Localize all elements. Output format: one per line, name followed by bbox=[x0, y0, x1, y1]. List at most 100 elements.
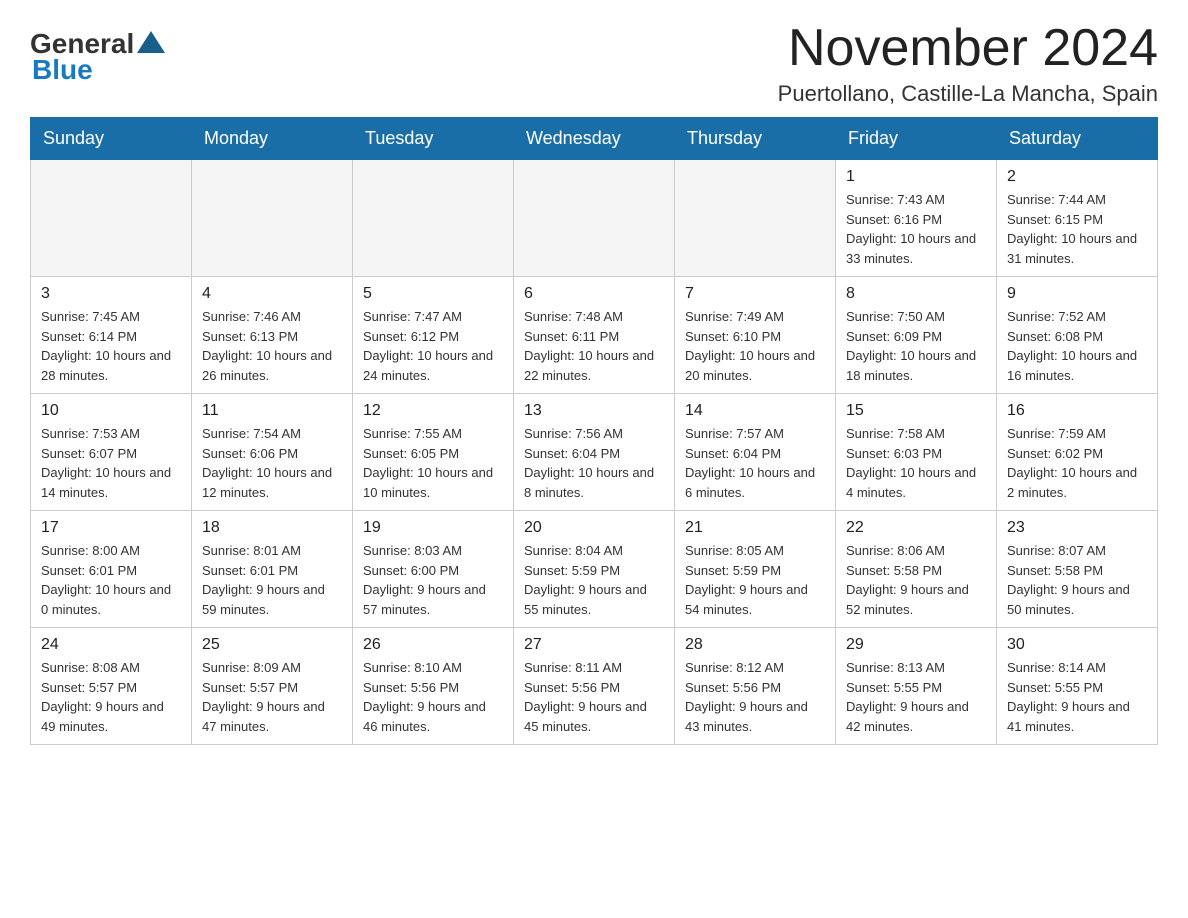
calendar-cell: 13 Sunrise: 7:56 AMSunset: 6:04 PMDayligh… bbox=[514, 394, 675, 511]
day-number: 12 bbox=[363, 402, 503, 420]
day-number: 2 bbox=[1007, 168, 1147, 186]
day-number: 8 bbox=[846, 285, 986, 303]
day-number: 15 bbox=[846, 402, 986, 420]
day-number: 5 bbox=[363, 285, 503, 303]
calendar-cell bbox=[675, 160, 836, 277]
calendar-cell: 9 Sunrise: 7:52 AMSunset: 6:08 PMDaylight… bbox=[997, 277, 1158, 394]
day-number: 27 bbox=[524, 636, 664, 654]
day-info: Sunrise: 8:12 AMSunset: 5:56 PMDaylight:… bbox=[685, 658, 825, 736]
column-header-tuesday: Tuesday bbox=[353, 118, 514, 160]
calendar-cell bbox=[353, 160, 514, 277]
day-number: 29 bbox=[846, 636, 986, 654]
day-info: Sunrise: 7:53 AMSunset: 6:07 PMDaylight:… bbox=[41, 424, 181, 502]
column-header-thursday: Thursday bbox=[675, 118, 836, 160]
calendar-cell: 4Sunrise: 7:46 AMSunset: 6:13 PMDaylight… bbox=[192, 277, 353, 394]
day-number: 3 bbox=[41, 285, 181, 303]
calendar-cell: 21 Sunrise: 8:05 AMSunset: 5:59 PMDayligh… bbox=[675, 511, 836, 628]
day-number: 6 bbox=[524, 285, 664, 303]
column-header-wednesday: Wednesday bbox=[514, 118, 675, 160]
calendar-week-3: 10 Sunrise: 7:53 AMSunset: 6:07 PMDayligh… bbox=[31, 394, 1158, 511]
column-header-saturday: Saturday bbox=[997, 118, 1158, 160]
day-number: 21 bbox=[685, 519, 825, 537]
day-info: Sunrise: 8:01 AMSunset: 6:01 PMDaylight:… bbox=[202, 541, 342, 619]
calendar-body: 1Sunrise: 7:43 AMSunset: 6:16 PMDaylight… bbox=[31, 160, 1158, 745]
calendar-cell: 23Sunrise: 8:07 AMSunset: 5:58 PMDayligh… bbox=[997, 511, 1158, 628]
calendar-cell: 27 Sunrise: 8:11 AMSunset: 5:56 PMDayligh… bbox=[514, 628, 675, 745]
logo-blue-text: Blue bbox=[32, 54, 93, 86]
day-info: Sunrise: 7:52 AMSunset: 6:08 PMDaylight:… bbox=[1007, 307, 1147, 385]
day-info: Sunrise: 8:00 AMSunset: 6:01 PMDaylight:… bbox=[41, 541, 181, 619]
day-info: Sunrise: 8:06 AMSunset: 5:58 PMDaylight:… bbox=[846, 541, 986, 619]
day-number: 26 bbox=[363, 636, 503, 654]
day-info: Sunrise: 8:10 AMSunset: 5:56 PMDaylight:… bbox=[363, 658, 503, 736]
calendar-cell: 15 Sunrise: 7:58 AMSunset: 6:03 PMDayligh… bbox=[836, 394, 997, 511]
title-area: November 2024 Puertollano, Castille-La M… bbox=[778, 20, 1158, 107]
day-info: Sunrise: 7:54 AMSunset: 6:06 PMDaylight:… bbox=[202, 424, 342, 502]
calendar-cell bbox=[192, 160, 353, 277]
calendar-table: SundayMondayTuesdayWednesdayThursdayFrid… bbox=[30, 117, 1158, 745]
day-info: Sunrise: 8:04 AMSunset: 5:59 PMDaylight:… bbox=[524, 541, 664, 619]
day-info: Sunrise: 8:11 AMSunset: 5:56 PMDaylight:… bbox=[524, 658, 664, 736]
column-header-friday: Friday bbox=[836, 118, 997, 160]
day-number: 17 bbox=[41, 519, 181, 537]
column-header-sunday: Sunday bbox=[31, 118, 192, 160]
day-info: Sunrise: 8:03 AMSunset: 6:00 PMDaylight:… bbox=[363, 541, 503, 619]
day-info: Sunrise: 7:43 AMSunset: 6:16 PMDaylight:… bbox=[846, 190, 986, 268]
day-number: 18 bbox=[202, 519, 342, 537]
day-info: Sunrise: 7:59 AMSunset: 6:02 PMDaylight:… bbox=[1007, 424, 1147, 502]
day-info: Sunrise: 8:05 AMSunset: 5:59 PMDaylight:… bbox=[685, 541, 825, 619]
month-title: November 2024 bbox=[778, 20, 1158, 77]
day-info: Sunrise: 7:44 AMSunset: 6:15 PMDaylight:… bbox=[1007, 190, 1147, 268]
day-info: Sunrise: 8:09 AMSunset: 5:57 PMDaylight:… bbox=[202, 658, 342, 736]
calendar-cell: 29Sunrise: 8:13 AMSunset: 5:55 PMDayligh… bbox=[836, 628, 997, 745]
day-number: 20 bbox=[524, 519, 664, 537]
day-number: 7 bbox=[685, 285, 825, 303]
day-number: 28 bbox=[685, 636, 825, 654]
calendar-cell: 20 Sunrise: 8:04 AMSunset: 5:59 PMDayligh… bbox=[514, 511, 675, 628]
day-number: 10 bbox=[41, 402, 181, 420]
day-info: Sunrise: 7:57 AMSunset: 6:04 PMDaylight:… bbox=[685, 424, 825, 502]
calendar-cell: 12 Sunrise: 7:55 AMSunset: 6:05 PMDayligh… bbox=[353, 394, 514, 511]
calendar-cell: 3Sunrise: 7:45 AMSunset: 6:14 PMDaylight… bbox=[31, 277, 192, 394]
day-info: Sunrise: 7:58 AMSunset: 6:03 PMDaylight:… bbox=[846, 424, 986, 502]
day-number: 16 bbox=[1007, 402, 1147, 420]
day-info: Sunrise: 7:56 AMSunset: 6:04 PMDaylight:… bbox=[524, 424, 664, 502]
calendar-cell: 5 Sunrise: 7:47 AMSunset: 6:12 PMDaylight… bbox=[353, 277, 514, 394]
calendar-cell: 17 Sunrise: 8:00 AMSunset: 6:01 PMDayligh… bbox=[31, 511, 192, 628]
location-text: Puertollano, Castille-La Mancha, Spain bbox=[778, 81, 1158, 107]
day-number: 22 bbox=[846, 519, 986, 537]
calendar-cell: 6Sunrise: 7:48 AMSunset: 6:11 PMDaylight… bbox=[514, 277, 675, 394]
day-number: 14 bbox=[685, 402, 825, 420]
calendar-week-5: 24Sunrise: 8:08 AMSunset: 5:57 PMDayligh… bbox=[31, 628, 1158, 745]
day-info: Sunrise: 7:47 AMSunset: 6:12 PMDaylight:… bbox=[363, 307, 503, 385]
calendar-cell: 10 Sunrise: 7:53 AMSunset: 6:07 PMDayligh… bbox=[31, 394, 192, 511]
calendar-cell: 8 Sunrise: 7:50 AMSunset: 6:09 PMDaylight… bbox=[836, 277, 997, 394]
day-number: 4 bbox=[202, 285, 342, 303]
calendar-cell bbox=[514, 160, 675, 277]
day-number: 19 bbox=[363, 519, 503, 537]
day-number: 11 bbox=[202, 402, 342, 420]
calendar-cell: 22 Sunrise: 8:06 AMSunset: 5:58 PMDayligh… bbox=[836, 511, 997, 628]
logo: General Blue bbox=[30, 30, 165, 86]
day-number: 9 bbox=[1007, 285, 1147, 303]
day-number: 25 bbox=[202, 636, 342, 654]
calendar-cell: 25 Sunrise: 8:09 AMSunset: 5:57 PMDayligh… bbox=[192, 628, 353, 745]
calendar-cell: 1Sunrise: 7:43 AMSunset: 6:16 PMDaylight… bbox=[836, 160, 997, 277]
day-info: Sunrise: 7:50 AMSunset: 6:09 PMDaylight:… bbox=[846, 307, 986, 385]
column-header-monday: Monday bbox=[192, 118, 353, 160]
calendar-cell: 16 Sunrise: 7:59 AMSunset: 6:02 PMDayligh… bbox=[997, 394, 1158, 511]
calendar-cell: 30Sunrise: 8:14 AMSunset: 5:55 PMDayligh… bbox=[997, 628, 1158, 745]
calendar-week-4: 17 Sunrise: 8:00 AMSunset: 6:01 PMDayligh… bbox=[31, 511, 1158, 628]
day-info: Sunrise: 7:49 AMSunset: 6:10 PMDaylight:… bbox=[685, 307, 825, 385]
day-number: 13 bbox=[524, 402, 664, 420]
calendar-cell: 26 Sunrise: 8:10 AMSunset: 5:56 PMDayligh… bbox=[353, 628, 514, 745]
calendar-week-2: 3Sunrise: 7:45 AMSunset: 6:14 PMDaylight… bbox=[31, 277, 1158, 394]
day-info: Sunrise: 7:55 AMSunset: 6:05 PMDaylight:… bbox=[363, 424, 503, 502]
calendar-cell: 19 Sunrise: 8:03 AMSunset: 6:00 PMDayligh… bbox=[353, 511, 514, 628]
calendar-cell: 18 Sunrise: 8:01 AMSunset: 6:01 PMDayligh… bbox=[192, 511, 353, 628]
calendar-week-1: 1Sunrise: 7:43 AMSunset: 6:16 PMDaylight… bbox=[31, 160, 1158, 277]
calendar-cell: 28 Sunrise: 8:12 AMSunset: 5:56 PMDayligh… bbox=[675, 628, 836, 745]
calendar-cell: 7 Sunrise: 7:49 AMSunset: 6:10 PMDaylight… bbox=[675, 277, 836, 394]
day-info: Sunrise: 8:14 AMSunset: 5:55 PMDaylight:… bbox=[1007, 658, 1147, 736]
calendar-header-row: SundayMondayTuesdayWednesdayThursdayFrid… bbox=[31, 118, 1158, 160]
